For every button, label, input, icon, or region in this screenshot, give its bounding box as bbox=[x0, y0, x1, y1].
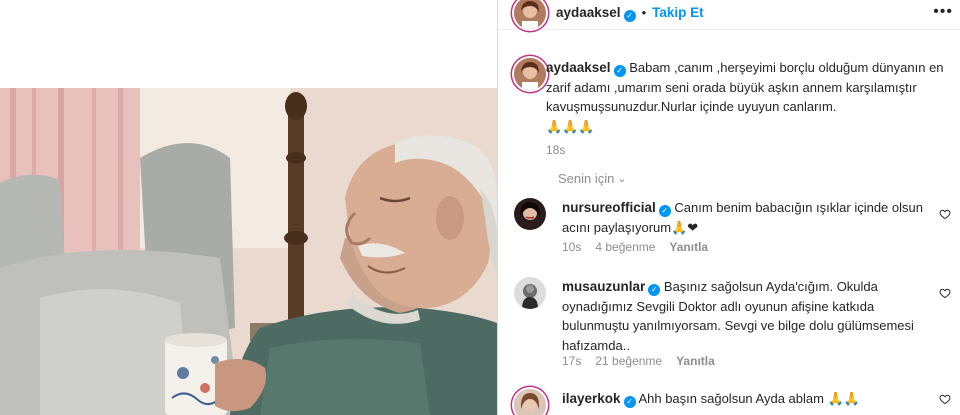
separator-dot: • bbox=[641, 5, 647, 20]
comment-meta: 10s 4 beğenme Yanıtla bbox=[562, 240, 722, 254]
comment-sort-dropdown[interactable]: Senin için ⌄ bbox=[558, 171, 627, 186]
reply-button[interactable]: Yanıtla bbox=[669, 240, 708, 254]
author-username[interactable]: aydaaksel bbox=[556, 5, 621, 20]
post-photo[interactable] bbox=[0, 88, 497, 415]
commenter-avatar[interactable] bbox=[514, 277, 546, 309]
comment-time[interactable]: 10s bbox=[562, 240, 581, 254]
comment-emoji: 🙏❤ bbox=[671, 220, 699, 236]
comment-item: ilayerkok ✓ Ahh başın sağolsun Ayda ablam… bbox=[498, 389, 960, 415]
author-avatar[interactable] bbox=[514, 0, 546, 29]
comment-body: musauzunlar ✓ Başınız sağolsun Ayda'cığım… bbox=[562, 277, 942, 355]
post-side-panel: aydaaksel ✓ • Takip Et ••• aydaaksel ✓ Babam… bbox=[497, 0, 960, 415]
comment-body: ilayerkok ✓ Ahh başın sağolsun Ayda ablam… bbox=[562, 389, 942, 410]
reply-button[interactable]: Yanıtla bbox=[676, 354, 715, 368]
post-media-pane bbox=[0, 0, 497, 415]
like-heart-icon[interactable] bbox=[939, 208, 951, 220]
comment-body: nursureofficial ✓ Canım benim babacığın ı… bbox=[562, 198, 942, 238]
comment-text: Ahh başın sağolsun Ayda ablam bbox=[638, 391, 824, 406]
commenter-username[interactable]: musauzunlar bbox=[562, 279, 645, 294]
comment-item: nursureofficial ✓ Canım benim babacığın ı… bbox=[498, 198, 960, 258]
comment-sort-label: Senin için bbox=[558, 171, 615, 186]
verified-badge-icon: ✓ bbox=[613, 65, 626, 77]
caption-author-avatar[interactable] bbox=[514, 58, 546, 90]
header-user-row: aydaaksel ✓ • Takip Et bbox=[556, 5, 704, 22]
commenter-username[interactable]: ilayerkok bbox=[562, 391, 621, 406]
follow-button[interactable]: Takip Et bbox=[652, 5, 704, 20]
commenter-avatar[interactable] bbox=[514, 389, 546, 415]
verified-badge-icon: ✓ bbox=[623, 396, 636, 408]
verified-badge-icon: ✓ bbox=[623, 10, 636, 22]
post-photo-image bbox=[0, 88, 497, 415]
chevron-down-icon: ⌄ bbox=[617, 173, 627, 185]
post-header: aydaaksel ✓ • Takip Et ••• bbox=[498, 0, 960, 30]
comment-meta: 17s 21 beğenme Yanıtla bbox=[562, 354, 729, 368]
commenter-avatar[interactable] bbox=[514, 198, 546, 230]
caption-time[interactable]: 18s bbox=[546, 141, 956, 161]
comment-emoji: 🙏🙏 bbox=[827, 392, 860, 407]
comment-time[interactable]: 17s bbox=[562, 354, 581, 368]
more-options-icon[interactable]: ••• bbox=[933, 3, 953, 21]
comment-item: musauzunlar ✓ Başınız sağolsun Ayda'cığım… bbox=[498, 277, 960, 368]
caption-username[interactable]: aydaaksel bbox=[546, 60, 611, 75]
like-heart-icon[interactable] bbox=[939, 287, 951, 299]
verified-badge-icon: ✓ bbox=[648, 284, 661, 296]
comment-likes[interactable]: 4 beğenme bbox=[595, 240, 655, 254]
commenter-username[interactable]: nursureofficial bbox=[562, 200, 656, 215]
verified-badge-icon: ✓ bbox=[658, 205, 671, 217]
like-heart-icon[interactable] bbox=[939, 393, 951, 405]
comment-likes[interactable]: 21 beğenme bbox=[595, 354, 662, 368]
caption: aydaaksel ✓ Babam ,canım ,herşeyimi borçl… bbox=[546, 58, 956, 161]
caption-emoji: 🙏🙏🙏 bbox=[546, 119, 595, 135]
